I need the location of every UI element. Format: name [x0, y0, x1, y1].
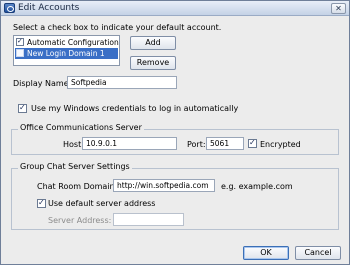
account-default-checkbox[interactable] — [16, 37, 24, 46]
account-default-checkbox[interactable] — [16, 49, 24, 57]
title-bar[interactable]: Edit Accounts ✕ — [1, 1, 349, 16]
window-title: Edit Accounts — [18, 3, 80, 13]
chat-room-domain-label: Chat Room Domain: — [37, 182, 118, 191]
cancel-button[interactable]: Cancel — [295, 246, 341, 260]
default-server-checkbox[interactable] — [37, 198, 46, 208]
edit-accounts-dialog: Edit Accounts ✕ Select a check box to in… — [0, 0, 350, 265]
default-server-label: Use default server address — [48, 199, 156, 208]
host-label: Host: — [63, 140, 84, 149]
ocs-group-label: Office Communications Server — [18, 123, 144, 132]
encrypted-checkbox[interactable] — [248, 138, 257, 148]
group-chat-group-label: Group Chat Server Settings — [18, 162, 132, 171]
encrypted-label: Encrypted — [260, 140, 301, 149]
instruction-text: Select a check box to indicate your defa… — [13, 23, 222, 32]
server-address-label: Server Address: — [48, 216, 112, 225]
remove-button[interactable]: Remove — [130, 56, 176, 70]
ok-button[interactable]: OK — [243, 246, 289, 260]
account-label: Automatic Configuration — [27, 38, 119, 47]
port-field[interactable]: 5061 — [206, 137, 244, 150]
server-address-field[interactable] — [113, 213, 184, 226]
list-item-account-1[interactable]: New Login Domain 1 — [15, 48, 118, 59]
account-label: New Login Domain 1 — [27, 49, 105, 58]
list-item-account-0[interactable]: Automatic Configuration — [15, 37, 119, 48]
windows-credentials-label: Use my Windows credentials to log in aut… — [31, 104, 239, 113]
domain-example-text: e.g. example.com — [221, 182, 293, 191]
app-icon — [4, 3, 15, 13]
display-name-label: Display Name: — [13, 79, 72, 88]
add-button[interactable]: Add — [130, 36, 176, 50]
display-name-field[interactable]: Softpedia — [67, 76, 177, 89]
port-label: Port: — [187, 140, 206, 149]
close-icon[interactable]: ✕ — [331, 3, 346, 14]
windows-credentials-checkbox[interactable] — [18, 103, 27, 113]
host-field[interactable]: 10.9.0.1 — [82, 137, 177, 150]
chat-room-domain-field[interactable]: http://win.softpedia.com — [113, 179, 215, 192]
accounts-list[interactable]: Automatic Configuration New Login Domain… — [13, 35, 120, 66]
